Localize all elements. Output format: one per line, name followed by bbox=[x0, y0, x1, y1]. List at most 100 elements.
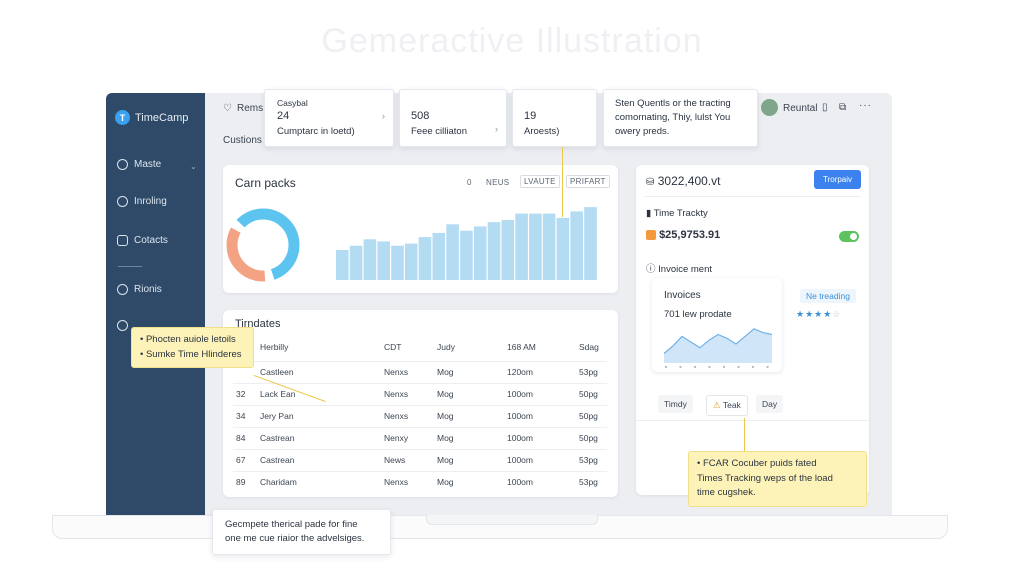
bar bbox=[404, 243, 418, 280]
panel-divider bbox=[644, 196, 861, 197]
note-callout: Sten Quentls or the tracting comornating… bbox=[603, 89, 758, 147]
table-header-cell: Sdag bbox=[579, 342, 599, 352]
bar bbox=[487, 222, 501, 280]
table-cell: Nenxs bbox=[384, 411, 409, 421]
user-name[interactable]: Reuntal bbox=[783, 103, 817, 114]
segment-day[interactable]: Day bbox=[756, 395, 784, 413]
yellow-callout: • FCAR Cocuber puids fated Times Trackin… bbox=[688, 451, 867, 508]
clock-icon bbox=[117, 159, 128, 170]
bar bbox=[418, 237, 432, 280]
yellow-line-3: time cugshek. bbox=[697, 487, 756, 499]
breadcrumb[interactable]: Custions bbox=[223, 135, 262, 146]
table-cell: Mog bbox=[437, 411, 454, 421]
invoices-area-chart bbox=[663, 328, 773, 369]
bar bbox=[432, 232, 446, 280]
tracking-toggle[interactable] bbox=[839, 231, 859, 242]
stat-callout-value: 24 bbox=[277, 110, 290, 122]
note-connector bbox=[562, 147, 563, 217]
star-icon[interactable]: ★ bbox=[796, 309, 805, 319]
yellow-line-1-text: FCAR Cocuber puids fated bbox=[702, 458, 817, 469]
bottom-callout-line-1: Gecmpete therical pade for fine bbox=[225, 519, 358, 530]
bar bbox=[556, 217, 570, 280]
table-card: Tirndates Herbilly CDT Judy 168 AM Sdag Castl… bbox=[223, 310, 618, 497]
bar bbox=[570, 211, 583, 280]
top-search[interactable]: ♡ Rems bbox=[223, 103, 263, 114]
bar bbox=[584, 207, 597, 280]
table-row-divider bbox=[233, 449, 607, 450]
timecamp-logo-icon: T bbox=[115, 110, 130, 125]
chevron-right-icon: › bbox=[382, 111, 385, 121]
invoices-card[interactable]: Invoices 701 lew prodate bbox=[652, 278, 782, 372]
right-panel: ⛁ 3022,400.vt Trorpaiv ▮ Time Trackty $2… bbox=[636, 165, 869, 495]
stat-callout-sub: Aroests) bbox=[524, 126, 560, 137]
table-cell: 50pg bbox=[579, 411, 598, 421]
table-header-cell: 168 AM bbox=[507, 342, 536, 352]
share-icon[interactable]: ⧉ bbox=[839, 102, 846, 113]
bar bbox=[363, 239, 377, 280]
sidebar-divider bbox=[118, 266, 142, 267]
star-icon[interactable]: ★ bbox=[805, 309, 814, 319]
axis-dot bbox=[664, 365, 668, 369]
avatar[interactable] bbox=[761, 99, 778, 116]
tooltip-left: • Phocten auiole letoils • Sumke Time Hl… bbox=[131, 327, 254, 369]
axis-dot bbox=[751, 365, 755, 369]
sidebar-item-inroling[interactable]: Inroling bbox=[117, 196, 167, 207]
bell-icon[interactable]: ▯ bbox=[822, 102, 828, 113]
axis-dot bbox=[766, 365, 769, 369]
chevron-right-icon: › bbox=[495, 124, 498, 134]
rating-stars[interactable]: ★★★★☆ bbox=[796, 309, 841, 320]
bookmark-icon: ▮ bbox=[646, 208, 652, 219]
sidebar-item-maste[interactable]: Maste bbox=[117, 159, 161, 170]
table-header-cell: CDT bbox=[384, 342, 402, 352]
info-icon: ⓘ bbox=[646, 264, 656, 275]
table-cell: Jery Pan bbox=[260, 411, 294, 421]
bar bbox=[446, 224, 459, 280]
laptop-notch bbox=[426, 515, 598, 525]
bottom-callout-line-2: one me cue riaior the advelsiges. bbox=[225, 533, 365, 545]
table-row-divider bbox=[233, 361, 607, 362]
chevron-down-icon[interactable]: ⌄ bbox=[190, 162, 197, 171]
stat-callout-1[interactable]: Casybal 24 Cumptarc in loetd) › bbox=[264, 89, 394, 147]
table-cell: Castrean bbox=[260, 455, 295, 465]
axis-dot bbox=[722, 365, 726, 369]
tooltip-line-2-text: Sumke Time Hlinderes bbox=[145, 348, 242, 360]
table-cell: 50pg bbox=[579, 433, 598, 443]
star-icon[interactable]: ☆ bbox=[832, 309, 841, 319]
stat-callout-2[interactable]: 508 Feee cilliaton › bbox=[399, 89, 507, 147]
table-cell: News bbox=[384, 455, 406, 465]
table-cell: 100om bbox=[507, 455, 533, 465]
segment-timdy[interactable]: Timdy bbox=[658, 395, 693, 413]
sidebar-item-rionis[interactable]: Rionis bbox=[117, 284, 162, 295]
table-header-cell: Herbilly bbox=[260, 342, 289, 352]
warning-icon: ⚠ bbox=[713, 400, 721, 410]
sidebar: T TimeCamp Maste ⌄ Inroling Cotacts Rion… bbox=[106, 93, 205, 515]
bar bbox=[391, 245, 404, 280]
yellow-line-2: Times Tracking weps of the load bbox=[697, 472, 833, 484]
brand[interactable]: T TimeCamp bbox=[115, 110, 188, 125]
segment-teak[interactable]: ⚠ Teak bbox=[706, 395, 748, 416]
sidebar-item-cotacts[interactable]: Cotacts bbox=[117, 235, 168, 246]
table-row-divider bbox=[233, 383, 607, 384]
amount-value: $25,9753.91 bbox=[659, 229, 721, 241]
axis-dot bbox=[679, 365, 682, 369]
segment-teak-label: Teak bbox=[722, 400, 741, 410]
time-tracking-label: Time Trackty bbox=[653, 208, 708, 219]
table-cell: 100om bbox=[507, 411, 533, 421]
invoice-label: Invoice ment bbox=[658, 264, 713, 275]
axis-dot bbox=[737, 365, 740, 369]
amount-row: $25,9753.91 bbox=[646, 229, 720, 241]
stat-callout-3[interactable]: 19 Aroests) bbox=[512, 89, 597, 147]
yellow-connector bbox=[744, 418, 745, 451]
star-icon[interactable]: ★ bbox=[814, 309, 823, 319]
top-search-label: Rems bbox=[236, 103, 264, 114]
table-cell: 100om bbox=[507, 477, 533, 487]
primary-button[interactable]: Trorpaiv bbox=[814, 170, 861, 189]
axis-dot bbox=[693, 365, 697, 369]
more-icon[interactable]: ··· bbox=[859, 100, 872, 111]
table-cell: 120om bbox=[507, 367, 533, 377]
timer-icon bbox=[117, 196, 128, 207]
bar bbox=[349, 245, 363, 280]
watermark-title: Gemeractive Illustration bbox=[321, 22, 703, 60]
calendar-icon bbox=[117, 235, 128, 246]
star-icon[interactable]: ★ bbox=[823, 309, 832, 319]
